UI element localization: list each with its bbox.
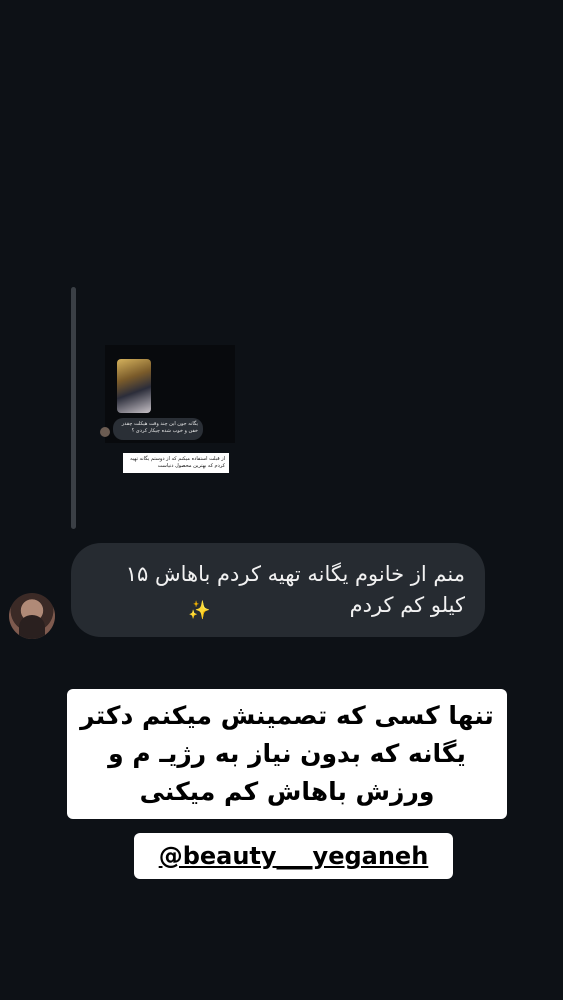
mention-handle[interactable]: @beauty___yeganeh [134,842,453,870]
mention-sticker[interactable]: @beauty___yeganeh [134,833,453,879]
reply-message-text: منم از خانوم یگانه تهیه کردم باهاش ۱۵ کی… [125,562,465,617]
story-canvas: یگانه جون این چند وقت هیکلت چقدر خفن و خ… [0,0,563,1000]
quoted-story-preview[interactable]: یگانه جون این چند وقت هیکلت چقدر خفن و خ… [95,345,245,485]
caption-box: تنها کسی که تصمینش میکنم دکتر یگانه که ب… [67,689,507,819]
quote-bar [71,287,76,529]
sparkle-icon: ✨ [188,600,211,621]
caption-text: تنها کسی که تصمینش میکنم دکتر یگانه که ب… [80,701,494,806]
quoted-story-photo [117,359,151,413]
quoted-message-bubble: یگانه جون این چند وقت هیکلت چقدر خفن و خ… [113,418,203,440]
avatar[interactable] [9,593,55,639]
quoted-avatar [100,427,110,437]
reply-message-bubble[interactable]: منم از خانوم یگانه تهیه کردم باهاش ۱۵ کی… [71,543,485,637]
quoted-note: از قبلت استفاده میکنم که از دوستم یگانه … [123,453,229,473]
